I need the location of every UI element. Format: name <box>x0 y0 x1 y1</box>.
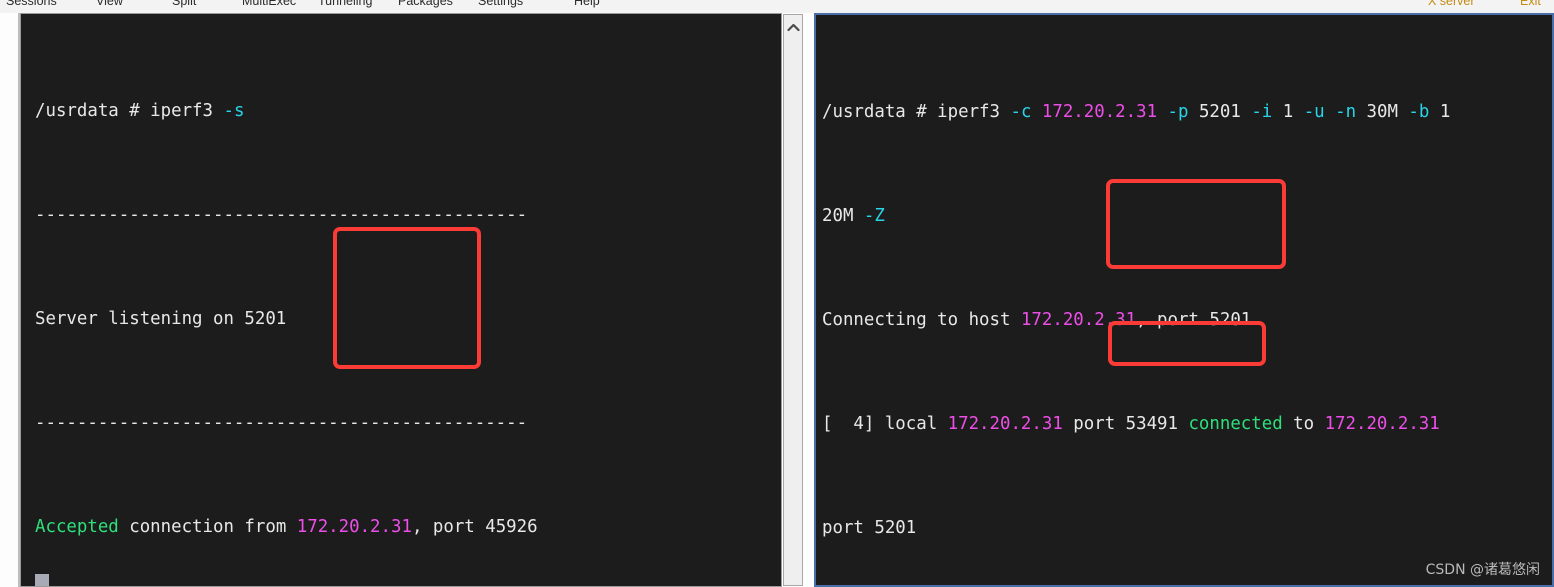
menu-item-split[interactable]: Split <box>172 0 196 8</box>
terminal-line-command: /usrdata # iperf3 -c 172.20.2.31 -p 5201… <box>822 102 1451 122</box>
menu-item-x-server[interactable]: X server <box>1428 0 1475 8</box>
command-flag-i: -i <box>1251 102 1283 122</box>
terminal-output-server: /usrdata # iperf3 -s -------------------… <box>21 14 674 586</box>
terminal-line: Server listening on 5201 <box>35 309 287 329</box>
ip-address: 172.20.2.31 <box>947 414 1063 434</box>
command-flag-b: -b <box>1408 102 1440 122</box>
terminal-divider: ----------------------------------------… <box>35 413 528 433</box>
command-name: iperf3 <box>937 102 1011 122</box>
terminal-output-client: /usrdata # iperf3 -c 172.20.2.31 -p 5201… <box>816 15 1451 585</box>
ip-address: 172.20.2.31 <box>1324 414 1440 434</box>
terminal-line-command-wrap: 20M -Z <box>822 206 885 226</box>
mobaxterm-window: Sessions View Split MultiExec Tunneling … <box>0 0 1554 587</box>
menu-item-tunneling[interactable]: Tunneling <box>318 0 372 8</box>
ip-address: 172.20.2.31 <box>1020 310 1137 330</box>
menu-bar: Sessions View Split MultiExec Tunneling … <box>0 0 1554 13</box>
csdn-watermark: CSDN @诸葛悠闲 <box>1425 562 1540 578</box>
ip-address: 172.20.2.31 <box>1041 102 1158 122</box>
menu-item-view[interactable]: View <box>96 0 123 8</box>
terminal-line: port 5201 <box>822 518 917 538</box>
command-name: iperf3 <box>150 101 224 121</box>
terminal-divider: ----------------------------------------… <box>35 205 528 225</box>
menu-item-exit[interactable]: Exit <box>1520 0 1541 8</box>
menu-item-help[interactable]: Help <box>574 0 600 8</box>
terminal-line-connecting: Connecting to host 172.20.2.31, port 520… <box>822 310 1252 330</box>
ip-address: 172.20.2.31 <box>296 517 412 537</box>
shell-prompt: /usrdata # <box>822 102 938 122</box>
vertical-scrollbar[interactable] <box>783 14 803 586</box>
terminal-line-local: [ 4] local 172.20.2.31 port 53491 connec… <box>822 414 1440 434</box>
command-flag-n: -n <box>1335 102 1367 122</box>
terminal-pane-server[interactable]: /usrdata # iperf3 -s -------------------… <box>20 13 782 587</box>
menu-item-packages[interactable]: Packages <box>398 0 453 8</box>
terminal-cursor-server <box>35 574 49 586</box>
scroll-up-button[interactable] <box>784 15 802 39</box>
terminal-line: /usrdata # iperf3 -s <box>35 98 674 124</box>
command-flag-Z: -Z <box>863 206 885 226</box>
chevron-up-icon <box>786 23 800 31</box>
terminal-pane-client[interactable]: /usrdata # iperf3 -c 172.20.2.31 -p 5201… <box>814 13 1554 587</box>
shell-prompt: /usrdata # <box>35 101 151 121</box>
command-flag-s: -s <box>223 101 245 121</box>
connected-keyword: connected <box>1188 414 1283 434</box>
command-flag-p: -p <box>1157 102 1199 122</box>
menu-item-settings[interactable]: Settings <box>478 0 523 8</box>
command-flag-u: -u <box>1303 102 1336 122</box>
accepted-keyword: Accepted <box>35 517 119 537</box>
menu-item-sessions[interactable]: Sessions <box>6 0 57 8</box>
menu-item-multiexec[interactable]: MultiExec <box>242 0 296 8</box>
terminal-line-accepted: Accepted connection from 172.20.2.31, po… <box>35 517 538 537</box>
command-flag-c: -c <box>1010 102 1042 122</box>
